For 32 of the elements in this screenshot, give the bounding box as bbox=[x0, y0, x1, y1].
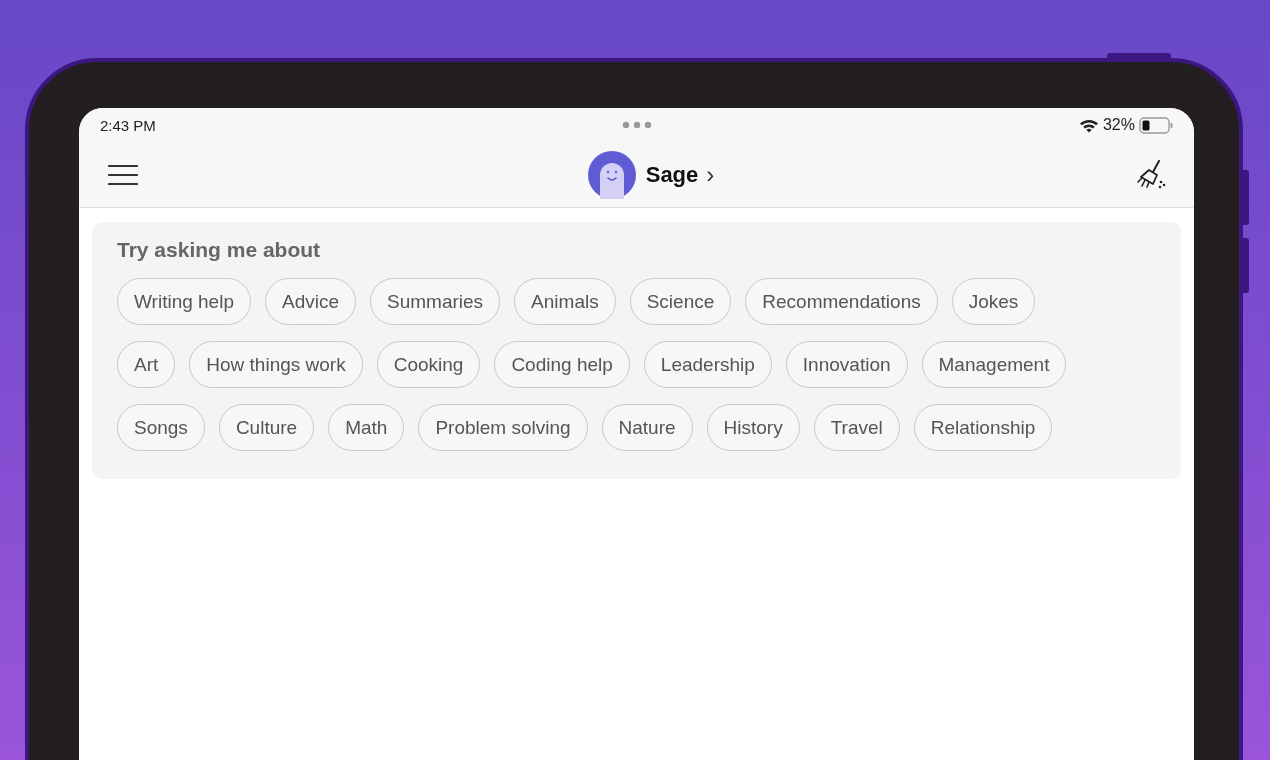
topic-chip[interactable]: Jokes bbox=[951, 278, 1036, 325]
wifi-icon bbox=[1078, 117, 1099, 133]
topic-chip[interactable]: Innovation bbox=[785, 341, 908, 388]
topic-chip[interactable]: Animals bbox=[514, 278, 616, 325]
topic-chip[interactable]: Summaries bbox=[370, 278, 501, 325]
chevron-icon[interactable]: › bbox=[706, 160, 715, 189]
menu-icon[interactable] bbox=[108, 163, 138, 186]
bot-name[interactable]: Sage bbox=[645, 161, 699, 188]
battery-icon bbox=[1139, 116, 1174, 134]
topic-chip[interactable]: Relationship bbox=[913, 404, 1053, 451]
topic-chip[interactable]: Coding help bbox=[494, 341, 630, 388]
topic-chip[interactable]: Writing help bbox=[117, 278, 251, 325]
topic-chip[interactable]: Art bbox=[117, 341, 176, 388]
panel-title: Try asking me about bbox=[117, 238, 322, 262]
topic-chip[interactable]: Math bbox=[328, 404, 405, 451]
more-dots-icon bbox=[622, 121, 652, 129]
topic-chip[interactable]: History bbox=[706, 404, 800, 451]
topic-chip[interactable]: Recommendations bbox=[745, 278, 938, 325]
topic-chip[interactable]: Science bbox=[629, 278, 732, 325]
topic-chip[interactable]: Management bbox=[921, 341, 1067, 388]
topic-chip[interactable]: Nature bbox=[601, 404, 693, 451]
topic-chip[interactable]: How things work bbox=[189, 341, 363, 388]
topic-chip[interactable]: Problem solving bbox=[418, 404, 588, 451]
topic-chip[interactable]: Songs bbox=[117, 404, 205, 451]
topic-chip[interactable]: Cooking bbox=[376, 341, 481, 388]
status-time: 2:43 PM bbox=[100, 116, 156, 134]
topic-chip[interactable]: Advice bbox=[265, 278, 356, 325]
topic-chip[interactable]: Culture bbox=[218, 404, 315, 451]
avatar-icon[interactable] bbox=[587, 150, 636, 199]
battery-percent: 32% bbox=[1102, 116, 1135, 134]
topic-chip[interactable]: Leadership bbox=[643, 341, 772, 388]
topic-chip[interactable]: Travel bbox=[813, 404, 900, 451]
